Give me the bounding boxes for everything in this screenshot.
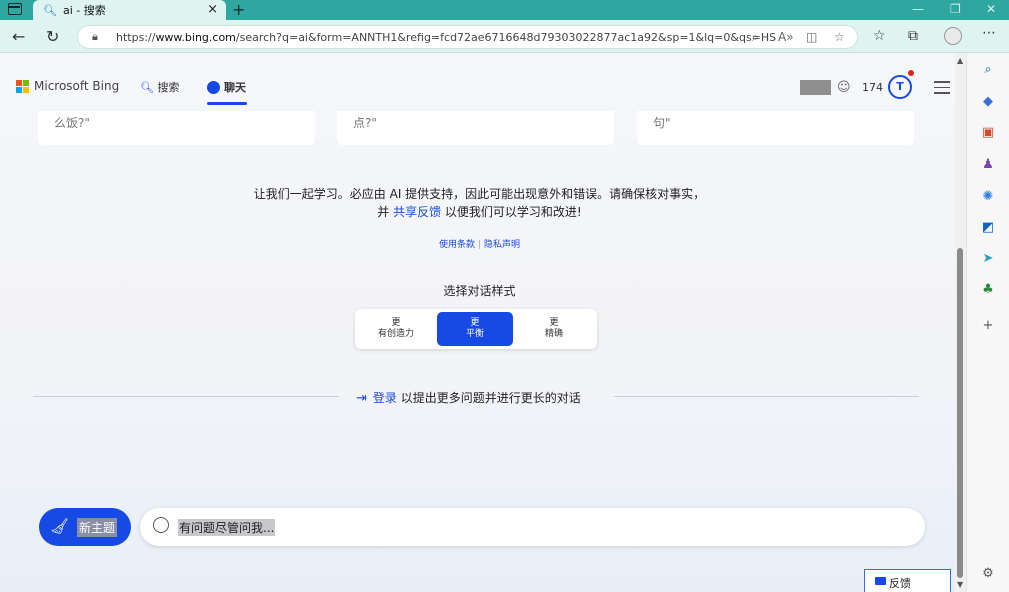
find-icon[interactable]: ⌕ [752, 30, 759, 45]
new-topic-label: 新主题 [77, 518, 118, 537]
maximize-button[interactable]: ❐ [950, 2, 961, 16]
style-selector-heading: 选择对话样式 [443, 284, 516, 298]
ai-disclaimer: 让我们一起学习。必应由 AI 提供支持，因此可能出现意外和错误。请确保核对事实，… [0, 185, 959, 221]
suggestion-card[interactable]: 么饭?" [38, 111, 315, 145]
browser-tab[interactable]: 🔍︎ ai - 搜索 × [33, 0, 226, 20]
terms-link[interactable]: 使用条款 [439, 240, 475, 250]
style-creative-button[interactable]: 更有创造力 [358, 312, 434, 346]
copilot-icon[interactable]: ✺ [980, 189, 996, 205]
broom-icon: 🧹︎ [50, 517, 70, 535]
profile-avatar[interactable] [944, 27, 962, 45]
chat-input[interactable]: 有问题尽管问我... [140, 508, 925, 546]
edge-sidebar: ⌕ ◆ ▣ ♟ ✺ ◩ ➤ ♣ + ⚙ [966, 53, 1009, 592]
new-tab-button[interactable]: + [232, 0, 245, 19]
chat-bubble-icon [153, 517, 169, 533]
style-balanced-button[interactable]: 更平衡 [437, 312, 513, 346]
read-aloud-icon[interactable]: A» [778, 30, 794, 44]
user-icon[interactable]: ☺︎ [837, 80, 851, 95]
outlook-icon[interactable]: ◩ [980, 220, 996, 236]
lock-icon: 🔒︎ [92, 30, 98, 43]
scroll-up-icon[interactable]: ▲ [957, 56, 963, 65]
rewards-points[interactable]: 174 [862, 81, 883, 94]
add-icon[interactable]: + [980, 318, 996, 334]
search-icon[interactable]: ⌕ [980, 62, 996, 78]
search-icon: 🔍︎ [43, 3, 57, 17]
brand-name: Microsoft Bing [34, 79, 120, 93]
hamburger-menu-icon[interactable] [934, 81, 950, 98]
signin-text: 以提出更多问题并进行更长的对话 [396, 391, 581, 405]
tab-search[interactable]: 🔍︎ 搜索 [140, 79, 179, 95]
signin-prompt: ⇥ 登录 以提出更多问题并进行更长的对话 [356, 389, 581, 406]
disclaimer-line-1: 让我们一起学习。必应由 AI 提供支持，因此可能出现意外和错误。请确保核对事实， [253, 187, 706, 201]
notification-dot [908, 70, 914, 76]
close-tab-icon[interactable]: × [207, 2, 218, 17]
legal-links: 使用条款 | 隐私声明 [0, 237, 959, 250]
favorites-icon[interactable]: ☆ [873, 28, 886, 44]
tab-actions-icon[interactable] [8, 3, 22, 15]
split-screen-icon[interactable]: ◫ [806, 30, 817, 44]
more-icon[interactable]: ⋯ [982, 25, 996, 41]
suggestion-card[interactable]: 句" [637, 111, 914, 145]
scrollbar-thumb[interactable] [957, 248, 963, 578]
tree-icon[interactable]: ♣ [980, 282, 996, 298]
style-precise-button[interactable]: 更精确 [516, 312, 592, 346]
collections-icon[interactable]: ⧉ [908, 28, 918, 44]
conversation-style-selector: 更有创造力 更平衡 更精确 [355, 309, 597, 349]
refresh-icon[interactable]: ↻ [46, 27, 59, 46]
user-name-redacted[interactable] [800, 80, 831, 95]
new-topic-button[interactable]: 🧹︎ 新主题 [39, 508, 131, 546]
rewards-trophy-icon[interactable]: T [888, 75, 912, 99]
disclaimer-line-2: 并 共享反馈 以便我们可以学习和改进! [377, 205, 582, 219]
close-window-button[interactable]: ✕ [986, 2, 996, 16]
games-icon[interactable]: ♟ [980, 157, 996, 173]
send-icon[interactable]: ➤ [980, 251, 996, 267]
toolbox-icon[interactable]: ▣ [980, 125, 996, 141]
bing-header: Microsoft Bing 🔍︎ 搜索 聊天 ☺︎ 174 T [0, 53, 959, 105]
signin-link[interactable]: 登录 [373, 391, 397, 405]
address-bar[interactable]: 🔒︎ https://www.bing.com/search?q=ai&form… [77, 25, 858, 49]
tab-title: ai - 搜索 [63, 4, 106, 17]
legal-separator: | [477, 240, 482, 250]
chat-input-placeholder: 有问题尽管问我... [178, 519, 276, 536]
url-text[interactable]: https://www.bing.com/search?q=ai&form=AN… [116, 31, 776, 44]
settings-icon[interactable]: ⚙ [980, 566, 996, 582]
signin-icon: ⇥ [356, 391, 367, 406]
privacy-link[interactable]: 隐私声明 [484, 240, 520, 250]
chat-icon [207, 81, 220, 94]
back-icon[interactable]: ← [12, 27, 25, 46]
scroll-down-icon[interactable]: ▼ [957, 580, 963, 589]
feedback-button[interactable]: 反馈 [864, 569, 951, 592]
divider [33, 396, 339, 397]
navigation-bar: ← ↻ 🔒︎ https://www.bing.com/search?q=ai&… [0, 20, 1009, 53]
suggestion-card[interactable]: 点?" [337, 111, 614, 145]
tab-chat[interactable]: 聊天 [207, 79, 247, 105]
page-scrollbar[interactable]: ▲ ▼ [955, 53, 966, 592]
add-favorite-icon[interactable]: ☆ [834, 30, 845, 44]
minimize-button[interactable]: — [912, 2, 924, 16]
bing-chat-page: Microsoft Bing 🔍︎ 搜索 聊天 ☺︎ 174 T 么饭?" 点?… [0, 53, 959, 592]
search-icon: 🔍︎ [140, 81, 154, 94]
tab-strip: 🔍︎ ai - 搜索 × + — ❐ ✕ [0, 0, 1009, 20]
microsoft-logo-icon [16, 79, 29, 93]
tag-icon[interactable]: ◆ [980, 94, 996, 110]
bing-logo[interactable]: Microsoft Bing [16, 79, 119, 93]
share-feedback-link[interactable]: 共享反馈 [393, 205, 441, 219]
divider [614, 396, 919, 397]
